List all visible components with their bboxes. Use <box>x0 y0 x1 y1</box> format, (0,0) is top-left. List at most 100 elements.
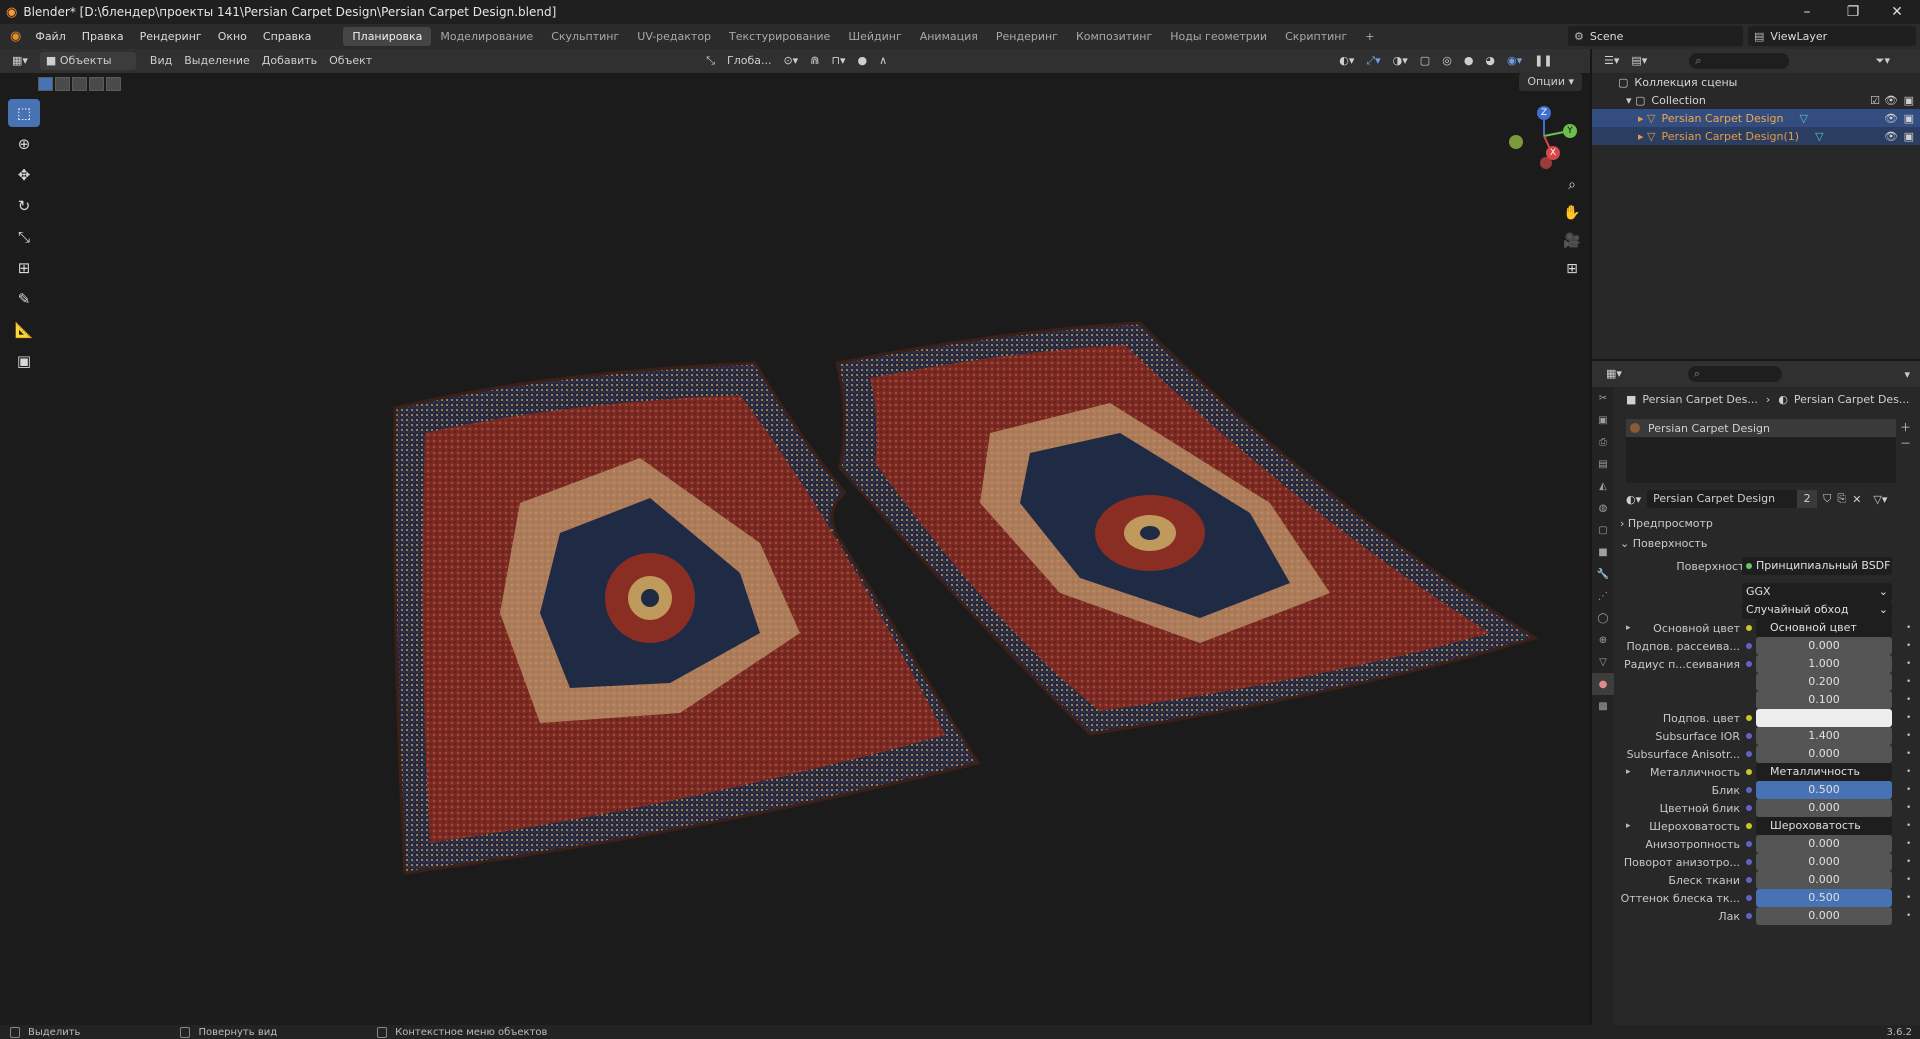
gizmo-toggle-icon[interactable]: ⤢▾ <box>1360 52 1386 70</box>
linked-input-field[interactable]: Металличность <box>1756 763 1892 781</box>
keyframe-dot-icon[interactable]: • <box>1906 695 1911 705</box>
socket-icon[interactable] <box>1746 715 1752 721</box>
expand-icon[interactable]: ▸ <box>1626 623 1631 633</box>
user-count[interactable]: 2 <box>1797 490 1818 508</box>
keyframe-dot-icon[interactable]: • <box>1906 767 1911 777</box>
value-field[interactable]: 0.000 <box>1756 637 1892 655</box>
minimize-button[interactable]: – <box>1784 0 1830 24</box>
pan-hand-icon[interactable]: ✋ <box>1560 201 1584 225</box>
linked-input-field[interactable]: Шероховатость <box>1756 817 1892 835</box>
expand-icon[interactable]: ▸ <box>1626 821 1631 831</box>
menu-file[interactable]: Файл <box>27 30 73 43</box>
object-camera-icon[interactable]: ▣ <box>1904 112 1914 125</box>
outliner-search-input[interactable]: ⌕ <box>1689 53 1790 69</box>
scene-selector[interactable]: ⚙ Scene <box>1568 26 1743 46</box>
properties-options-icon[interactable]: ▾ <box>1904 368 1910 381</box>
keyframe-dot-icon[interactable]: • <box>1906 803 1911 813</box>
collection-camera-icon[interactable]: ▣ <box>1904 94 1914 107</box>
value-field[interactable]: 0.000 <box>1756 799 1892 817</box>
fake-user-icon[interactable]: ⛉ <box>1823 492 1831 506</box>
keyframe-dot-icon[interactable]: • <box>1906 785 1911 795</box>
socket-icon[interactable] <box>1746 913 1752 919</box>
outliner-editor-icon[interactable]: ☰▾ <box>1598 52 1625 70</box>
tab-geometry-nodes[interactable]: Ноды геометрии <box>1161 27 1276 46</box>
collection-checkbox-icon[interactable]: ☑ <box>1870 94 1880 107</box>
editor-type-icon[interactable]: ▦▾ <box>6 52 34 70</box>
value-field[interactable]: 1.000 <box>1756 655 1892 673</box>
socket-icon[interactable] <box>1746 841 1752 847</box>
properties-search-input[interactable]: ⌕ <box>1687 366 1782 382</box>
falloff-icon[interactable]: ∧ <box>873 52 893 70</box>
tool-tab-icon[interactable]: ✂ <box>1592 387 1614 409</box>
tab-compositing[interactable]: Композитинг <box>1067 27 1161 46</box>
view-layer-tab-icon[interactable]: ▤ <box>1592 453 1614 475</box>
mode-selector[interactable]: ■ Объекты <box>39 52 136 70</box>
material-tab-icon[interactable]: ● <box>1592 673 1614 695</box>
tab-sculpting[interactable]: Скульптинг <box>542 27 628 46</box>
socket-icon[interactable] <box>1746 895 1752 901</box>
socket-icon[interactable] <box>1746 787 1752 793</box>
tab-uv-editing[interactable]: UV-редактор <box>628 27 720 46</box>
slot-add-remove-icons[interactable]: ＋－ <box>1900 419 1911 451</box>
value-field[interactable]: 0.000 <box>1756 853 1892 871</box>
socket-icon[interactable] <box>1746 769 1752 775</box>
socket-icon[interactable] <box>1746 823 1752 829</box>
socket-icon[interactable] <box>1746 661 1752 667</box>
pivot-icon[interactable]: ⊙▾ <box>777 52 804 70</box>
mesh-data-icon[interactable]: ▽ <box>1815 130 1823 143</box>
collection-tab-icon[interactable]: ▢ <box>1592 519 1614 541</box>
tab-modeling[interactable]: Моделирование <box>431 27 542 46</box>
proportional-edit-icon[interactable]: ● <box>852 52 874 70</box>
blender-menu-icon[interactable]: ◉ <box>10 29 21 44</box>
solid-shading-icon[interactable]: ● <box>1458 52 1480 70</box>
value-field[interactable]: 0.500 <box>1756 889 1892 907</box>
keyframe-dot-icon[interactable]: • <box>1906 839 1911 849</box>
data-tab-icon[interactable]: ▽ <box>1592 651 1614 673</box>
xray-icon[interactable]: ▢ <box>1414 52 1436 70</box>
tab-scripting[interactable]: Скриптинг <box>1276 27 1356 46</box>
browse-material-icon[interactable]: ◐▾ <box>1626 493 1641 506</box>
value-field[interactable]: 0.200 <box>1756 673 1892 691</box>
duplicate-material-icon[interactable]: ⎘ <box>1837 492 1846 506</box>
surface-section-header[interactable]: ⌄ Поверхность <box>1620 537 1707 550</box>
snap-target-icon[interactable]: ⊓▾ <box>825 52 851 70</box>
color-swatch[interactable] <box>1756 709 1892 727</box>
view-layer-selector[interactable]: ▤ ViewLayer <box>1748 26 1916 46</box>
expand-icon[interactable]: ▸ <box>1626 767 1631 777</box>
zoom-icon[interactable]: ⌕ <box>1560 173 1584 197</box>
value-field[interactable]: 0.500 <box>1756 781 1892 799</box>
scene-collection-row[interactable]: ▢ Коллекция сцены <box>1592 73 1920 91</box>
menu-help[interactable]: Справка <box>255 30 319 43</box>
keyframe-dot-icon[interactable]: • <box>1906 641 1911 651</box>
texture-tab-icon[interactable]: ▩ <box>1592 695 1614 717</box>
socket-icon[interactable] <box>1746 877 1752 883</box>
collection-eye-icon[interactable]: 👁 <box>1884 94 1898 107</box>
render-tab-icon[interactable]: ▣ <box>1592 409 1614 431</box>
unlink-material-icon[interactable]: ✕ <box>1852 493 1861 506</box>
distribution-dropdown[interactable]: GGX ⌄ <box>1742 583 1892 601</box>
collection-expand-icon[interactable]: ▾ ▢ <box>1626 94 1645 107</box>
socket-icon[interactable] <box>1746 805 1752 811</box>
keyframe-dot-icon[interactable]: • <box>1906 857 1911 867</box>
value-field[interactable]: 0.000 <box>1756 745 1892 763</box>
value-field[interactable]: 1.400 <box>1756 727 1892 745</box>
surface-shader-field[interactable]: Принципиальный BSDF <box>1742 557 1892 575</box>
perspective-grid-icon[interactable]: ⊞ <box>1560 257 1584 281</box>
filter-icon[interactable]: ⏷▾ <box>1876 54 1890 68</box>
menu-view[interactable]: Вид <box>144 52 178 70</box>
gizmo-x-axis[interactable]: X <box>1546 146 1560 160</box>
link-type-icon[interactable]: ▽▾ <box>1873 493 1887 506</box>
outliner-item-carpet-2[interactable]: ▸ ▽ Persian Carpet Design(1) ▽ 👁 ▣ <box>1592 127 1920 145</box>
material-shading-icon[interactable]: ◕ <box>1479 52 1501 70</box>
3d-viewport[interactable]: Опции ▾ ⬚ ⊕ ✥ ↻ ⤡ ⊞ ✎ 📐 ▣ Z Y X ⌕ ✋ 🎥 ⊞ <box>0 73 1590 1025</box>
outliner-item-carpet-1[interactable]: ▸ ▽ Persian Carpet Design ▽ 👁 ▣ <box>1592 109 1920 127</box>
constraints-tab-icon[interactable]: ⊕ <box>1592 629 1614 651</box>
particles-tab-icon[interactable]: ⋰ <box>1592 585 1614 607</box>
menu-add[interactable]: Добавить <box>256 52 323 70</box>
gizmo-y-axis[interactable]: Y <box>1563 124 1577 138</box>
keyframe-dot-icon[interactable]: • <box>1906 623 1911 633</box>
tab-rendering[interactable]: Рендеринг <box>987 27 1067 46</box>
socket-icon[interactable] <box>1746 625 1752 631</box>
world-tab-icon[interactable]: ◍ <box>1592 497 1614 519</box>
transform-orientation-dropdown[interactable]: Глоба... <box>721 52 777 70</box>
